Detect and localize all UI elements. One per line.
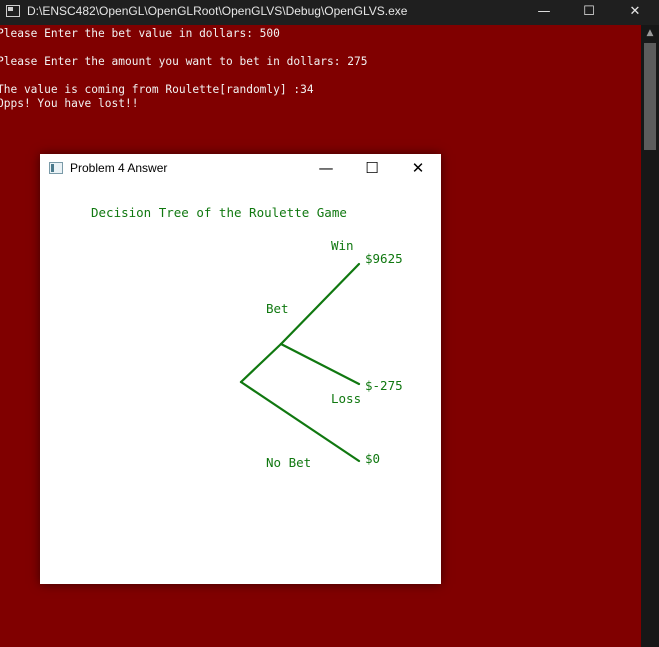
problem-4-window: Problem 4 Answer — ☐ ✕ Decision Tree of … <box>40 154 441 584</box>
win-value: $9625 <box>365 251 403 266</box>
no-bet-label: No Bet <box>266 455 312 470</box>
bet-label: Bet <box>266 301 289 316</box>
console-close-button[interactable]: ✕ <box>612 0 658 25</box>
bet-to-loss-branch <box>279 342 361 386</box>
loss-label: Loss <box>331 391 362 406</box>
tree-title: Decision Tree of the Roulette Game <box>91 205 347 220</box>
window-app-icon <box>49 162 63 174</box>
scroll-up-arrow-icon[interactable]: ▲ <box>641 25 659 42</box>
child-window-title: Problem 4 Answer <box>70 161 168 175</box>
child-maximize-button[interactable]: ☐ <box>349 154 395 183</box>
loss-value: $-275 <box>365 378 403 393</box>
child-titlebar[interactable]: Problem 4 Answer — ☐ ✕ <box>40 154 441 183</box>
child-minimize-button[interactable]: — <box>303 154 349 183</box>
child-close-button[interactable]: ✕ <box>395 154 441 183</box>
bet-to-win-branch <box>279 262 361 346</box>
console-maximize-button[interactable]: ☐ <box>566 0 612 25</box>
console-line: Opps! You have lost!! <box>0 97 139 110</box>
root-to-bet-branch <box>239 342 283 384</box>
console-line: Please Enter the bet value in dollars: 5… <box>0 27 280 40</box>
console-title: D:\ENSC482\OpenGL\OpenGLRoot\OpenGLVS\De… <box>27 4 408 18</box>
console-line: The value is coming from Roulette[random… <box>0 83 314 96</box>
console-scrollbar[interactable]: ▲ <box>641 25 659 647</box>
console-minimize-button[interactable]: — <box>521 0 567 25</box>
console-titlebar: D:\ENSC482\OpenGL\OpenGLRoot\OpenGLVS\De… <box>0 0 659 25</box>
console-app-icon <box>6 5 20 17</box>
win-label: Win <box>331 238 354 253</box>
decision-tree-canvas: Decision Tree of the Roulette Game Win $… <box>41 183 440 583</box>
scrollbar-thumb[interactable] <box>644 43 656 150</box>
console-line: Please Enter the amount you want to bet … <box>0 55 368 68</box>
no-bet-value: $0 <box>365 451 381 466</box>
